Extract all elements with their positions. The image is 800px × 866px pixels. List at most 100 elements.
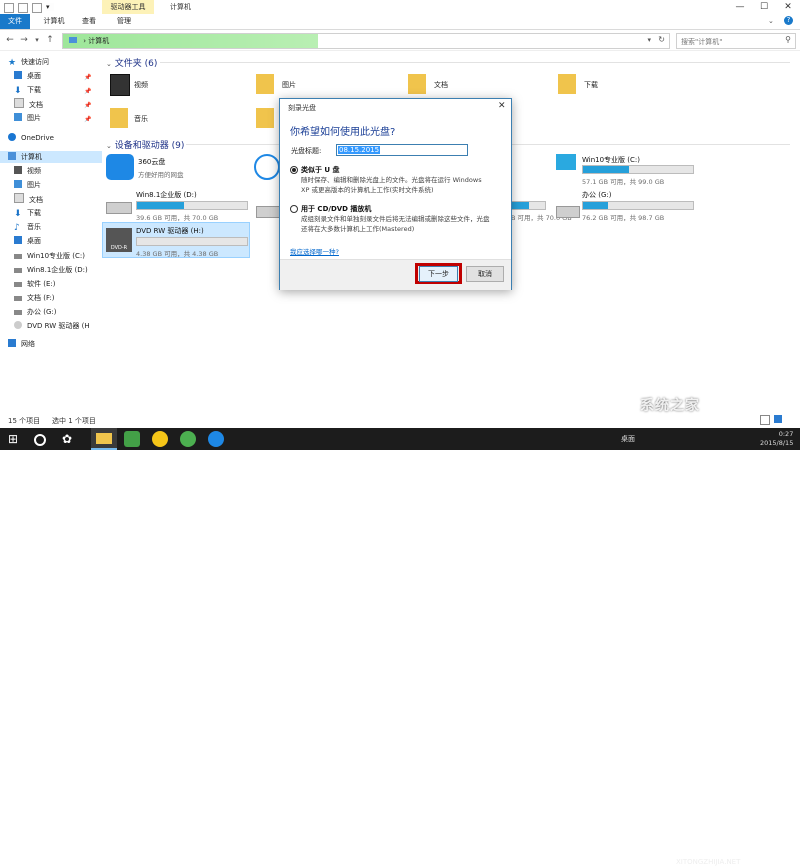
details-view-icon[interactable] xyxy=(760,415,770,425)
sidebar-item-pictures[interactable]: 图片 xyxy=(14,112,41,124)
drive-g-name[interactable]: 办公 (G:) xyxy=(582,190,611,200)
sidebar-item-drive-d[interactable]: Win8.1企业版 (D:) xyxy=(14,264,88,276)
browser-icon[interactable] xyxy=(180,431,196,447)
sidebar-item-pictures-2[interactable]: 图片 xyxy=(14,179,41,191)
sidebar-item-quick-access[interactable]: ★ 快速访问 xyxy=(8,56,49,68)
tab-computer[interactable]: 计算机 xyxy=(34,14,74,29)
minimize-button[interactable]: — xyxy=(728,0,752,14)
search-icon[interactable] xyxy=(34,434,46,446)
option-usb-title[interactable]: 类似于 U 盘 xyxy=(301,165,340,175)
pictures-folder-icon[interactable] xyxy=(256,74,274,94)
sidebar-item-documents[interactable]: 文档 xyxy=(14,98,43,110)
back-arrow-icon[interactable]: ← xyxy=(4,34,16,46)
disc-title-label: 光盘标题: xyxy=(291,147,322,155)
next-button[interactable]: 下一步 xyxy=(419,266,458,282)
tab-view[interactable]: 查看 xyxy=(74,14,104,29)
address-bar[interactable]: › 计算机 ▾ ↻ xyxy=(62,33,670,49)
sidebar-item-downloads[interactable]: ⬇ 下载 xyxy=(14,84,41,96)
watermark-logo: 系统之家 xyxy=(640,398,700,414)
sidebar-item-computer[interactable]: 计算机 xyxy=(0,151,102,163)
python-icon[interactable] xyxy=(152,431,168,447)
breadcrumb-computer[interactable]: 计算机 xyxy=(88,37,109,45)
up-arrow-icon[interactable]: ↑ xyxy=(44,34,56,46)
downloads-folder-icon[interactable] xyxy=(558,74,576,94)
music-folder-icon[interactable] xyxy=(110,108,128,128)
folder-label-pictures[interactable]: 图片 xyxy=(282,80,296,90)
taskbar-explorer-active[interactable] xyxy=(91,428,117,450)
tab-manage[interactable]: 管理 xyxy=(104,14,144,29)
sidebar-item-documents-2[interactable]: 文档 xyxy=(14,193,43,205)
desktop-toolbar-label[interactable]: 桌面 xyxy=(621,434,635,444)
network-icon xyxy=(8,339,16,347)
breadcrumb-separator: › xyxy=(83,37,87,45)
recent-locations-icon[interactable]: ▾ xyxy=(31,34,43,46)
tab-file[interactable]: 文件 xyxy=(0,14,30,29)
drive-icon[interactable] xyxy=(106,202,132,214)
help-link[interactable]: 我应选择哪一种? xyxy=(290,246,339,256)
sidebar-item-music[interactable]: ♪ 音乐 xyxy=(14,221,41,233)
drive-e-usage-bar xyxy=(508,201,546,210)
picture-icon xyxy=(14,180,22,188)
drive-d-usage-bar xyxy=(136,201,248,210)
sidebar-item-drive-g[interactable]: 办公 (G:) xyxy=(14,306,56,318)
drives-section-title[interactable]: ⌄ 设备和驱动器 (9) xyxy=(106,138,184,151)
drive-d-name[interactable]: Win8.1企业版 (D:) xyxy=(136,190,197,200)
sidebar-item-drive-c[interactable]: Win10专业版 (C:) xyxy=(14,250,85,262)
help-icon[interactable]: ? xyxy=(784,16,793,25)
sidebar-item-videos[interactable]: 视频 xyxy=(14,165,41,177)
drive-c-name[interactable]: Win10专业版 (C:) xyxy=(582,155,640,165)
refresh-icon[interactable]: ↻ xyxy=(658,35,665,44)
windows-drive-icon[interactable] xyxy=(556,154,576,170)
disc-title-input[interactable]: 08.15.2015 xyxy=(336,144,468,156)
sidebar-item-drive-e[interactable]: 软件 (E:) xyxy=(14,278,55,290)
cloud-drive-name[interactable]: 360云盘 xyxy=(138,157,165,167)
task-view-icon[interactable]: ✿ xyxy=(62,431,78,447)
folder-label-music[interactable]: 音乐 xyxy=(134,114,148,124)
drive-icon[interactable] xyxy=(556,206,580,218)
folder-label-downloads[interactable]: 下载 xyxy=(584,80,598,90)
cloud-drive-icon[interactable] xyxy=(106,154,134,180)
sidebar-item-drive-f[interactable]: 文档 (F:) xyxy=(14,292,55,304)
pin-icon[interactable]: 📌 xyxy=(84,116,91,123)
folders-section-title[interactable]: ⌄ 文件夹 (6) xyxy=(106,56,157,69)
search-input[interactable]: 搜索"计算机" ⚲ xyxy=(676,33,796,49)
video-folder-icon[interactable] xyxy=(110,74,130,96)
expand-ribbon-icon[interactable]: ⌄ xyxy=(768,17,774,25)
baidu-cloud-icon[interactable] xyxy=(254,154,280,180)
sidebar-item-onedrive[interactable]: OneDrive xyxy=(8,132,54,144)
sidebar-item-dvd-drive[interactable]: DVD RW 驱动器 (H xyxy=(14,320,90,332)
maximize-button[interactable]: ☐ xyxy=(752,0,776,14)
sidebar-item-desktop[interactable]: 桌面 xyxy=(14,70,41,82)
items-count: 15 个项目 xyxy=(8,417,41,425)
option-player-radio[interactable] xyxy=(290,205,298,213)
app-icon[interactable] xyxy=(124,431,140,447)
sidebar-item-downloads-2[interactable]: ⬇ 下载 xyxy=(14,207,41,219)
pin-icon[interactable]: 📌 xyxy=(84,74,91,81)
address-dropdown-icon[interactable]: ▾ xyxy=(647,36,651,44)
forward-arrow-icon[interactable]: → xyxy=(18,34,30,46)
edge-icon[interactable] xyxy=(208,431,224,447)
sidebar-item-desktop-2[interactable]: 桌面 xyxy=(14,235,41,247)
windows-start-icon[interactable]: ⊞ xyxy=(8,431,24,447)
cancel-button[interactable]: 取消 xyxy=(466,266,504,282)
pin-icon[interactable]: 📌 xyxy=(84,88,91,95)
option-usb-radio[interactable] xyxy=(290,166,298,174)
chevron-down-icon[interactable]: ▾ xyxy=(46,3,54,11)
folder-label-documents[interactable]: 文档 xyxy=(434,80,448,90)
search-icon[interactable]: ⚲ xyxy=(785,35,791,44)
drive-icon[interactable] xyxy=(256,206,280,218)
documents-folder-icon[interactable] xyxy=(408,74,426,94)
checkmark-icon[interactable] xyxy=(32,3,42,13)
dvd-drive-name[interactable]: DVD RW 驱动器 (H:) xyxy=(136,226,204,236)
pin-icon[interactable]: 📌 xyxy=(84,102,91,109)
close-button[interactable]: ✕ xyxy=(776,0,800,14)
folder-label-videos[interactable]: 视频 xyxy=(134,80,148,90)
dvd-usage-bar xyxy=(136,237,248,246)
properties-icon[interactable] xyxy=(18,3,28,13)
option-player-title[interactable]: 用于 CD/DVD 播放机 xyxy=(301,204,371,214)
clock[interactable]: 0:27 2015/8/15 xyxy=(760,430,793,448)
sidebar-item-network[interactable]: 网络 xyxy=(8,338,35,350)
desktop-folder-icon[interactable] xyxy=(256,108,274,128)
tiles-view-icon[interactable] xyxy=(774,415,782,423)
dialog-close-button[interactable]: ✕ xyxy=(498,101,506,111)
